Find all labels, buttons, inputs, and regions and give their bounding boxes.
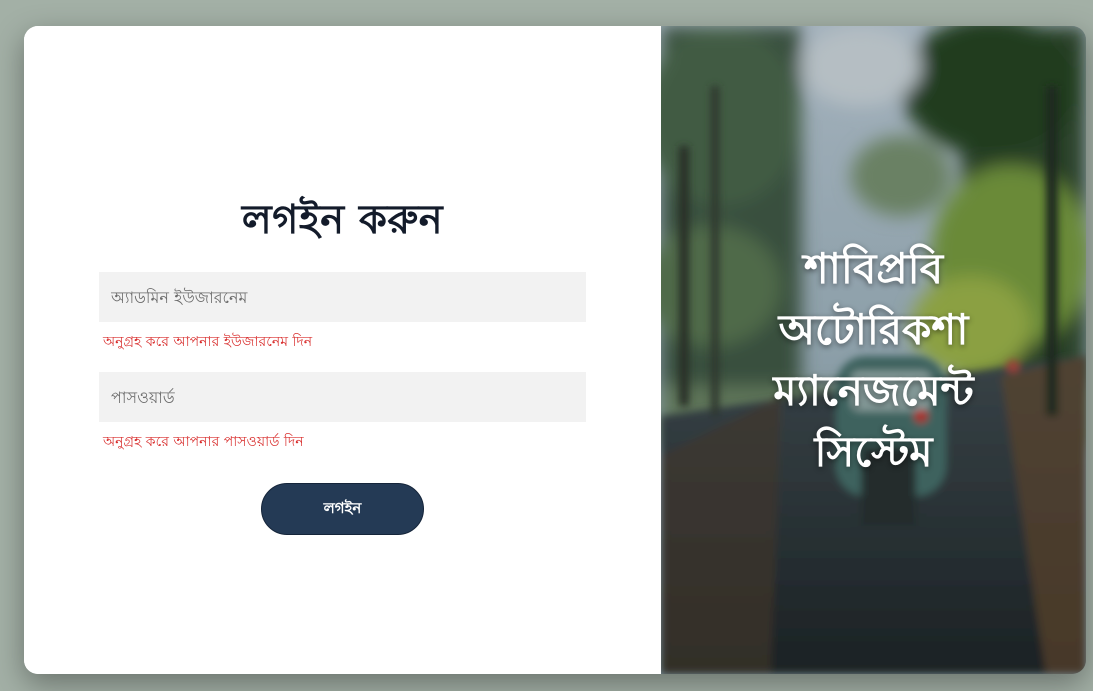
password-error: অনুগ্রহ করে আপনার পাসওয়ার্ড দিন [103,434,304,450]
login-button[interactable]: লগইন [261,483,424,535]
page-title: লগইন করুন [241,197,444,243]
login-panel: লগইন করুন অনুগ্রহ করে আপনার ইউজারনেম দিন… [24,26,661,674]
password-input[interactable] [99,372,586,422]
system-name-line: সিস্টেম [814,427,933,476]
username-error: অনুগ্রহ করে আপনার ইউজারনেম দিন [103,334,313,350]
system-name: শাবিপ্রবি অটোরিকশা ম্যানেজমেন্ট সিস্টেম [661,238,1086,482]
login-card: লগইন করুন অনুগ্রহ করে আপনার ইউজারনেম দিন… [24,26,1086,674]
system-name-line: শাবিপ্রবি [803,244,944,293]
username-input[interactable] [99,272,586,322]
system-name-line: অটোরিকশা [778,305,969,354]
hero-panel: শাবিপ্রবি অটোরিকশা ম্যানেজমেন্ট সিস্টেম [661,26,1086,674]
system-name-line: ম্যানেজমেন্ট [773,366,974,415]
